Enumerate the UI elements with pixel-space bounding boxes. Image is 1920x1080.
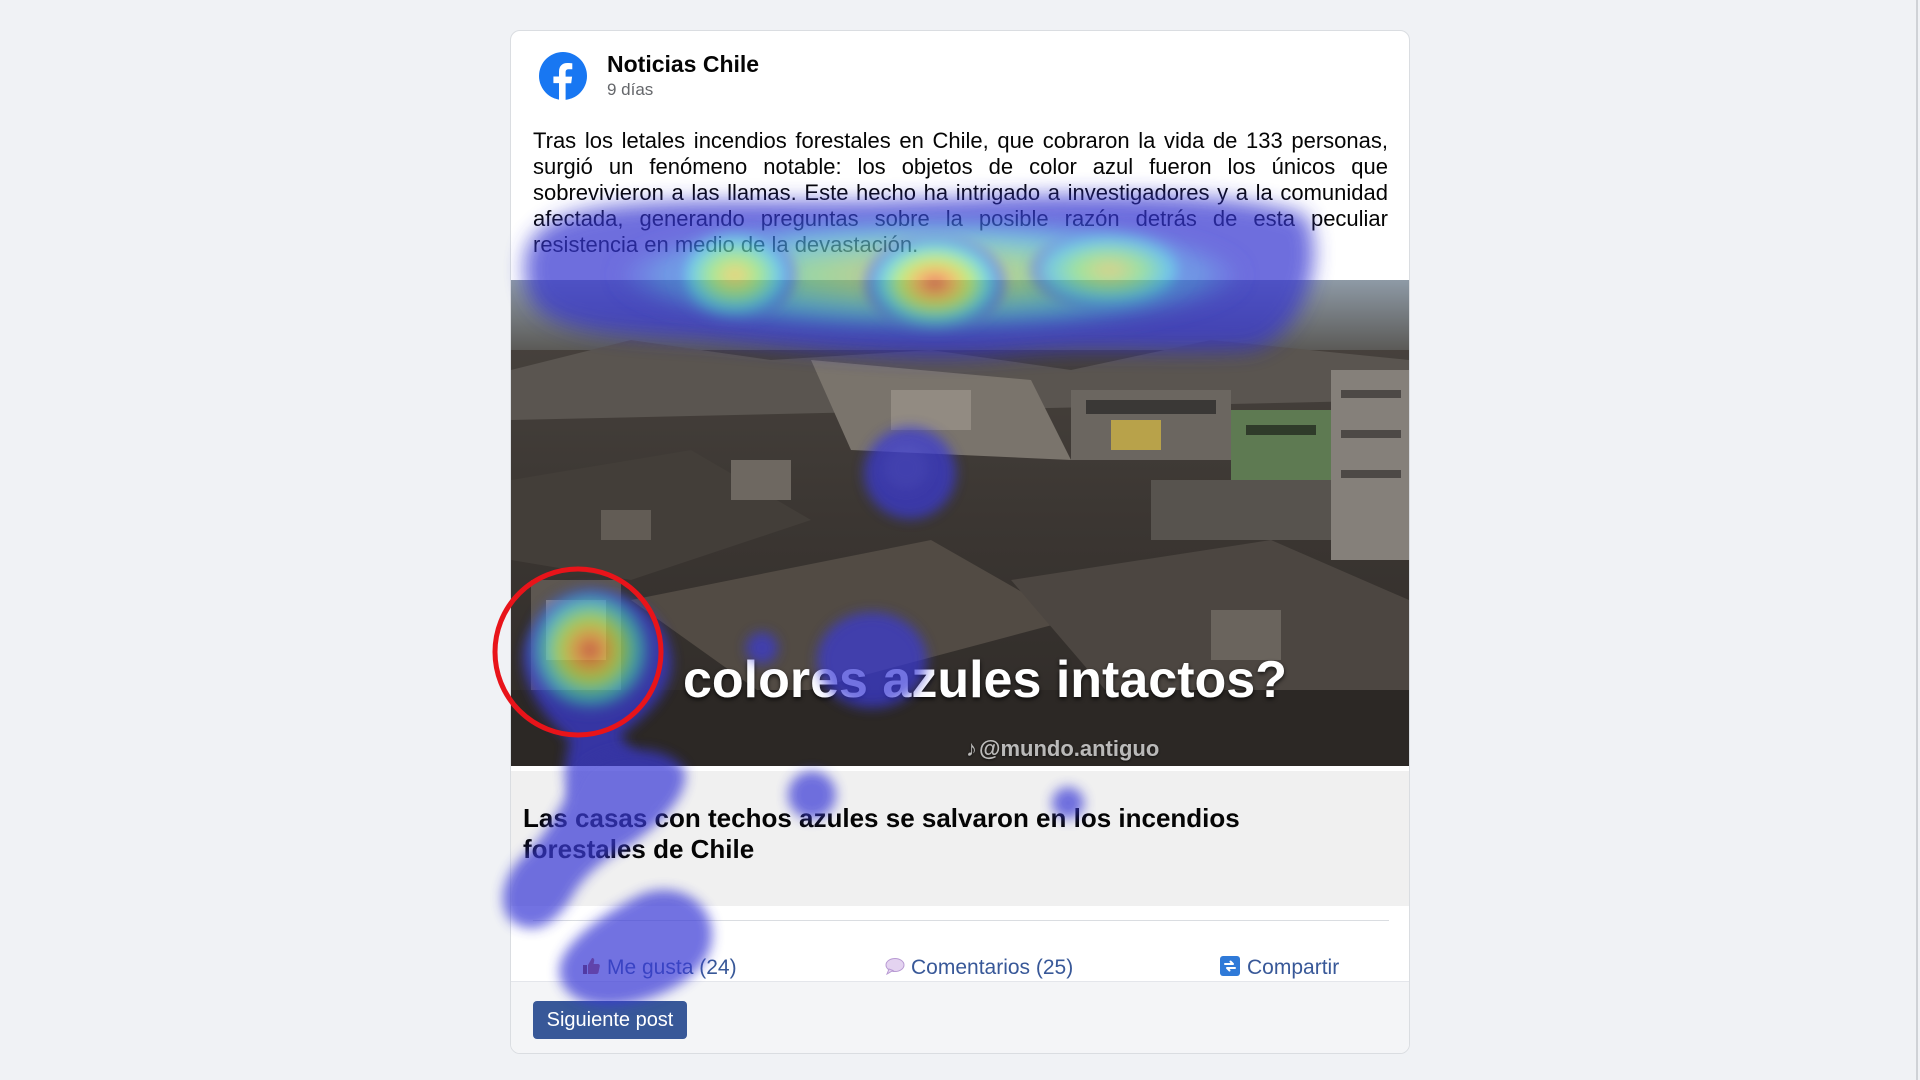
share-label: Compartir <box>1247 956 1340 979</box>
comments-button[interactable]: Comentarios (25) <box>885 956 1073 980</box>
post-text: Tras los letales incendios forestales en… <box>533 128 1388 257</box>
post-timestamp: 9 días <box>607 80 654 99</box>
comments-label: Comentarios (25) <box>911 956 1074 979</box>
post-video-thumbnail[interactable]: colores azules intactos? ♪@mundo.antiguo <box>511 280 1409 766</box>
post-card: Noticias Chile 9 días Tras los letales i… <box>510 30 1410 1054</box>
like-button[interactable]: Me gusta (24) <box>581 956 737 980</box>
scrollbar-edge[interactable] <box>1916 0 1918 1080</box>
like-label: Me gusta (24) <box>607 956 737 979</box>
tiktok-handle-text: @mundo.antiguo <box>979 736 1160 761</box>
link-title[interactable]: Las casas con techos azules se salvaron … <box>523 803 1343 865</box>
tiktok-watermark: ♪@mundo.antiguo <box>966 736 1159 762</box>
link-preview[interactable]: Las casas con techos azules se salvaron … <box>511 771 1409 906</box>
tiktok-icon: ♪ <box>966 736 977 761</box>
next-post-button[interactable]: Siguiente post <box>533 1001 687 1039</box>
speech-bubble-icon <box>885 958 905 976</box>
facebook-logo-icon[interactable] <box>539 52 587 100</box>
thumbs-up-icon <box>583 958 600 975</box>
share-button[interactable]: Compartir <box>1219 956 1339 980</box>
post-header: Noticias Chile 9 días <box>511 31 1409 127</box>
video-overlay-text: colores azules intactos? <box>683 651 1287 709</box>
page-name[interactable]: Noticias Chile <box>607 51 759 78</box>
share-icon <box>1220 956 1240 977</box>
post-footer: Siguiente post <box>511 981 1409 1053</box>
